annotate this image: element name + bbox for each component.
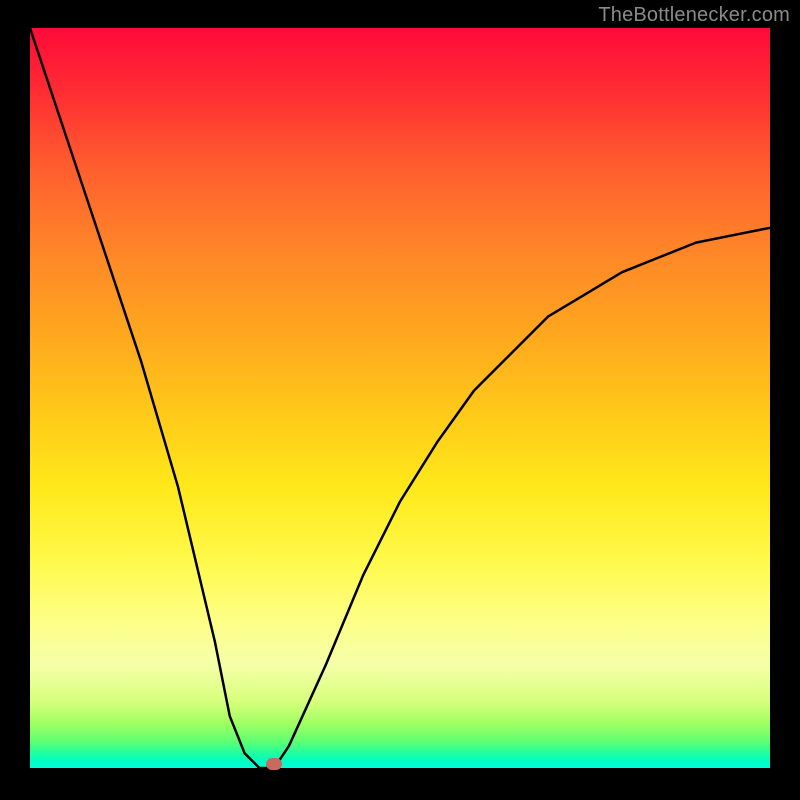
chart-frame: TheBottlenecker.com (0, 0, 800, 800)
plot-area (30, 28, 770, 768)
watermark-text: TheBottlenecker.com (598, 4, 790, 27)
minimum-marker-icon (266, 758, 282, 770)
bottleneck-curve (30, 28, 770, 768)
